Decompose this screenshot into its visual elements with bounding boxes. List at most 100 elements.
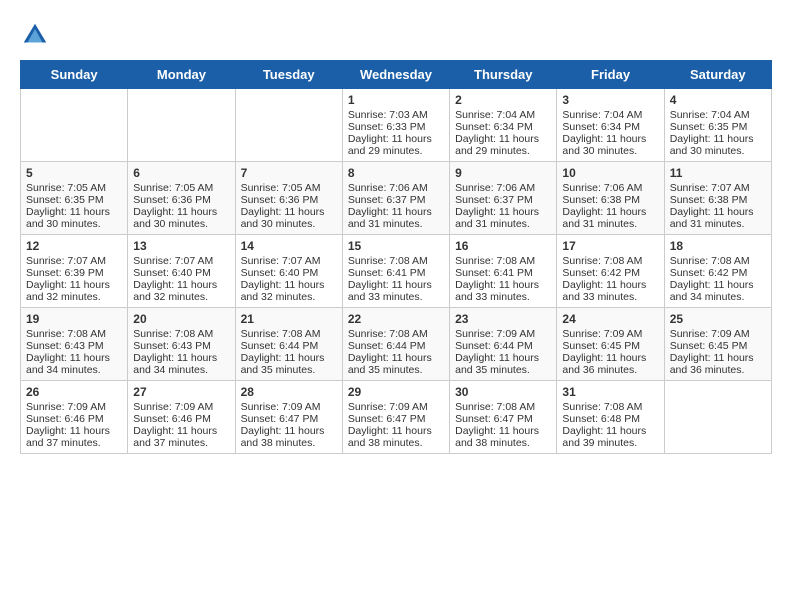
daylight-text: Daylight: 11 hours and 32 minutes. <box>26 279 110 303</box>
day-header-sunday: Sunday <box>21 61 128 89</box>
calendar-cell: 2 Sunrise: 7:04 AM Sunset: 6:34 PM Dayli… <box>450 89 557 162</box>
calendar-cell: 3 Sunrise: 7:04 AM Sunset: 6:34 PM Dayli… <box>557 89 664 162</box>
sunrise-text: Sunrise: 7:07 AM <box>670 182 750 194</box>
daylight-text: Daylight: 11 hours and 34 minutes. <box>26 352 110 376</box>
sunrise-text: Sunrise: 7:09 AM <box>348 401 428 413</box>
daylight-text: Daylight: 11 hours and 34 minutes. <box>670 279 754 303</box>
sunset-text: Sunset: 6:37 PM <box>455 194 533 206</box>
sunset-text: Sunset: 6:36 PM <box>241 194 319 206</box>
sunrise-text: Sunrise: 7:04 AM <box>455 109 535 121</box>
sunrise-text: Sunrise: 7:06 AM <box>348 182 428 194</box>
calendar-cell: 11 Sunrise: 7:07 AM Sunset: 6:38 PM Dayl… <box>664 162 771 235</box>
sunrise-text: Sunrise: 7:08 AM <box>241 328 321 340</box>
day-header-monday: Monday <box>128 61 235 89</box>
day-number: 27 <box>133 385 229 399</box>
sunrise-text: Sunrise: 7:08 AM <box>348 328 428 340</box>
day-number: 23 <box>455 312 551 326</box>
sunrise-text: Sunrise: 7:08 AM <box>348 255 428 267</box>
sunrise-text: Sunrise: 7:08 AM <box>562 255 642 267</box>
day-number: 18 <box>670 239 766 253</box>
calendar-cell: 4 Sunrise: 7:04 AM Sunset: 6:35 PM Dayli… <box>664 89 771 162</box>
day-number: 19 <box>26 312 122 326</box>
daylight-text: Daylight: 11 hours and 35 minutes. <box>348 352 432 376</box>
sunrise-text: Sunrise: 7:09 AM <box>455 328 535 340</box>
day-number: 3 <box>562 93 658 107</box>
daylight-text: Daylight: 11 hours and 31 minutes. <box>562 206 646 230</box>
calendar-cell: 21 Sunrise: 7:08 AM Sunset: 6:44 PM Dayl… <box>235 308 342 381</box>
calendar-cell: 14 Sunrise: 7:07 AM Sunset: 6:40 PM Dayl… <box>235 235 342 308</box>
day-number: 9 <box>455 166 551 180</box>
sunset-text: Sunset: 6:35 PM <box>26 194 104 206</box>
day-number: 5 <box>26 166 122 180</box>
calendar-cell: 15 Sunrise: 7:08 AM Sunset: 6:41 PM Dayl… <box>342 235 449 308</box>
sunset-text: Sunset: 6:38 PM <box>670 194 748 206</box>
sunset-text: Sunset: 6:39 PM <box>26 267 104 279</box>
calendar-cell: 29 Sunrise: 7:09 AM Sunset: 6:47 PM Dayl… <box>342 381 449 454</box>
day-header-thursday: Thursday <box>450 61 557 89</box>
sunset-text: Sunset: 6:33 PM <box>348 121 426 133</box>
sunset-text: Sunset: 6:46 PM <box>133 413 211 425</box>
sunset-text: Sunset: 6:42 PM <box>670 267 748 279</box>
daylight-text: Daylight: 11 hours and 30 minutes. <box>241 206 325 230</box>
sunset-text: Sunset: 6:35 PM <box>670 121 748 133</box>
calendar-week-row: 26 Sunrise: 7:09 AM Sunset: 6:46 PM Dayl… <box>21 381 772 454</box>
sunset-text: Sunset: 6:37 PM <box>348 194 426 206</box>
day-number: 13 <box>133 239 229 253</box>
calendar-cell: 7 Sunrise: 7:05 AM Sunset: 6:36 PM Dayli… <box>235 162 342 235</box>
logo <box>20 20 54 50</box>
calendar-cell: 30 Sunrise: 7:08 AM Sunset: 6:47 PM Dayl… <box>450 381 557 454</box>
daylight-text: Daylight: 11 hours and 30 minutes. <box>133 206 217 230</box>
sunset-text: Sunset: 6:44 PM <box>455 340 533 352</box>
calendar-cell: 16 Sunrise: 7:08 AM Sunset: 6:41 PM Dayl… <box>450 235 557 308</box>
day-number: 21 <box>241 312 337 326</box>
daylight-text: Daylight: 11 hours and 31 minutes. <box>455 206 539 230</box>
sunset-text: Sunset: 6:34 PM <box>455 121 533 133</box>
day-number: 24 <box>562 312 658 326</box>
daylight-text: Daylight: 11 hours and 31 minutes. <box>670 206 754 230</box>
calendar-cell: 8 Sunrise: 7:06 AM Sunset: 6:37 PM Dayli… <box>342 162 449 235</box>
daylight-text: Daylight: 11 hours and 32 minutes. <box>241 279 325 303</box>
day-number: 11 <box>670 166 766 180</box>
day-number: 4 <box>670 93 766 107</box>
calendar-cell: 31 Sunrise: 7:08 AM Sunset: 6:48 PM Dayl… <box>557 381 664 454</box>
day-number: 31 <box>562 385 658 399</box>
sunset-text: Sunset: 6:42 PM <box>562 267 640 279</box>
day-number: 25 <box>670 312 766 326</box>
calendar-cell: 20 Sunrise: 7:08 AM Sunset: 6:43 PM Dayl… <box>128 308 235 381</box>
sunrise-text: Sunrise: 7:08 AM <box>670 255 750 267</box>
sunrise-text: Sunrise: 7:07 AM <box>133 255 213 267</box>
calendar-cell <box>128 89 235 162</box>
sunrise-text: Sunrise: 7:09 AM <box>670 328 750 340</box>
day-header-friday: Friday <box>557 61 664 89</box>
sunrise-text: Sunrise: 7:08 AM <box>455 255 535 267</box>
calendar-week-row: 12 Sunrise: 7:07 AM Sunset: 6:39 PM Dayl… <box>21 235 772 308</box>
sunset-text: Sunset: 6:44 PM <box>241 340 319 352</box>
sunrise-text: Sunrise: 7:09 AM <box>26 401 106 413</box>
day-number: 28 <box>241 385 337 399</box>
sunset-text: Sunset: 6:34 PM <box>562 121 640 133</box>
daylight-text: Daylight: 11 hours and 38 minutes. <box>348 425 432 449</box>
sunset-text: Sunset: 6:44 PM <box>348 340 426 352</box>
day-header-wednesday: Wednesday <box>342 61 449 89</box>
day-number: 16 <box>455 239 551 253</box>
calendar-week-row: 1 Sunrise: 7:03 AM Sunset: 6:33 PM Dayli… <box>21 89 772 162</box>
day-number: 30 <box>455 385 551 399</box>
sunrise-text: Sunrise: 7:09 AM <box>562 328 642 340</box>
daylight-text: Daylight: 11 hours and 38 minutes. <box>241 425 325 449</box>
daylight-text: Daylight: 11 hours and 30 minutes. <box>670 133 754 157</box>
day-header-tuesday: Tuesday <box>235 61 342 89</box>
calendar-cell: 26 Sunrise: 7:09 AM Sunset: 6:46 PM Dayl… <box>21 381 128 454</box>
calendar-header-row: SundayMondayTuesdayWednesdayThursdayFrid… <box>21 61 772 89</box>
daylight-text: Daylight: 11 hours and 36 minutes. <box>670 352 754 376</box>
calendar-cell: 25 Sunrise: 7:09 AM Sunset: 6:45 PM Dayl… <box>664 308 771 381</box>
sunrise-text: Sunrise: 7:04 AM <box>670 109 750 121</box>
daylight-text: Daylight: 11 hours and 33 minutes. <box>562 279 646 303</box>
calendar-cell: 1 Sunrise: 7:03 AM Sunset: 6:33 PM Dayli… <box>342 89 449 162</box>
calendar-cell: 9 Sunrise: 7:06 AM Sunset: 6:37 PM Dayli… <box>450 162 557 235</box>
sunset-text: Sunset: 6:36 PM <box>133 194 211 206</box>
sunrise-text: Sunrise: 7:08 AM <box>26 328 106 340</box>
sunrise-text: Sunrise: 7:06 AM <box>562 182 642 194</box>
page-header <box>20 20 772 50</box>
calendar-cell: 22 Sunrise: 7:08 AM Sunset: 6:44 PM Dayl… <box>342 308 449 381</box>
day-number: 22 <box>348 312 444 326</box>
